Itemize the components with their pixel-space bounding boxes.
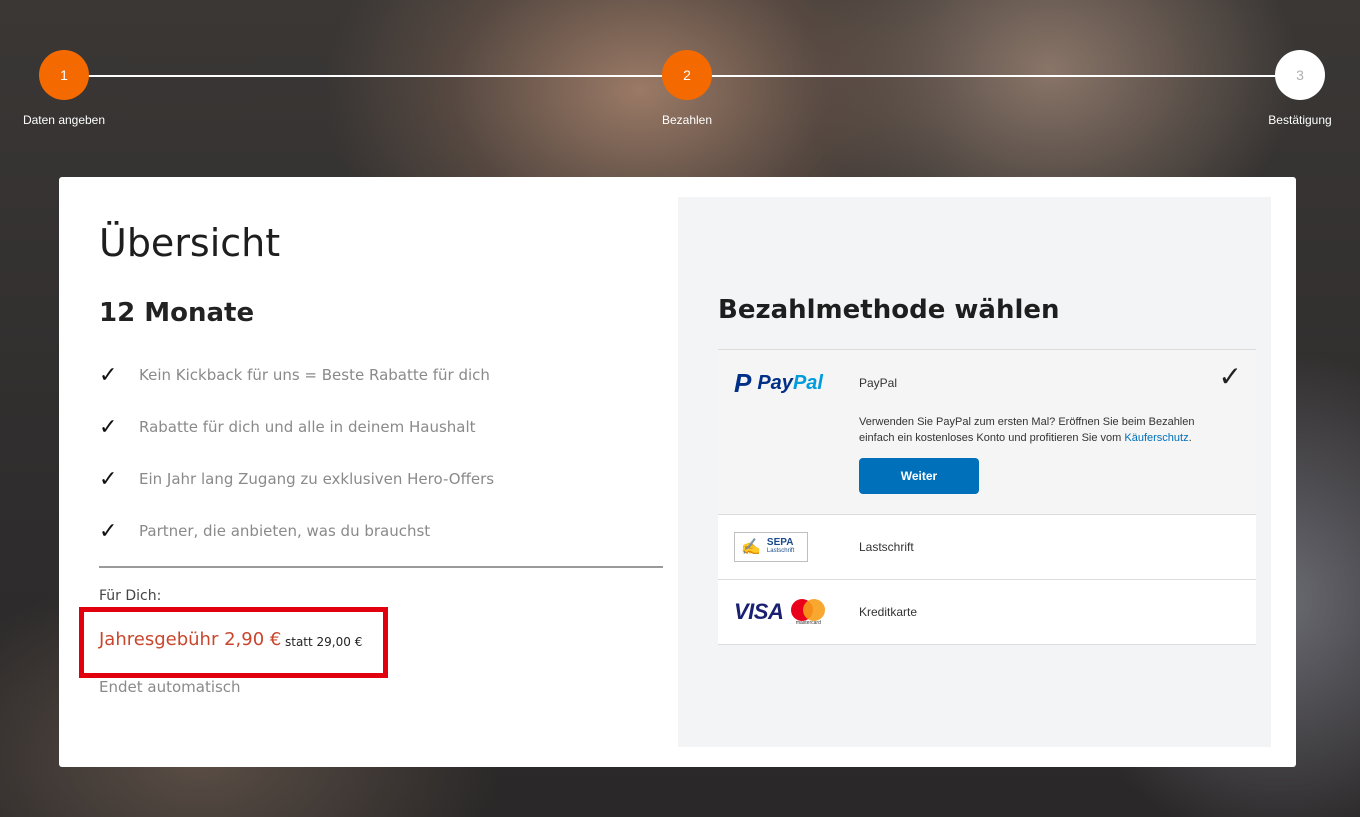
check-icon: ✓ (99, 466, 118, 492)
benefit-text: Kein Kickback für uns = Beste Rabatte fü… (139, 366, 490, 384)
sepa-logo-subtitle: Lastschrift (766, 548, 795, 554)
checkout-progress: 1 Daten angeben 2 Bezahlen 3 Bestätigung (0, 0, 1360, 140)
check-icon: ✓ (99, 414, 118, 440)
payment-option-paypal[interactable]: P Pay Pal PayPal ✓ Verwenden Sie PayPal … (718, 350, 1256, 515)
original-price: statt 29,00 € (285, 635, 363, 649)
sepa-label: Lastschrift (859, 540, 914, 554)
paypal-logo: P Pay Pal (734, 368, 823, 399)
list-item: ✓ Kein Kickback für uns = Beste Rabatte … (99, 349, 494, 401)
step-3-circle: 3 (1275, 50, 1325, 100)
creditcard-label: Kreditkarte (859, 605, 918, 619)
list-item: ✓ Ein Jahr lang Zugang zu exklusiven Her… (99, 453, 494, 505)
payment-option-sepa[interactable]: ✍ SEPA Lastschrift Lastschrift (718, 515, 1256, 580)
paypal-label: PayPal (859, 376, 898, 390)
page-title: Übersicht (99, 221, 281, 265)
list-item: ✓ Partner, die anbieten, was du brauchst (99, 505, 494, 557)
annual-fee: Jahresgebühr 2,90 € (99, 629, 282, 650)
sepa-logo: ✍ SEPA Lastschrift (734, 532, 808, 562)
divider (99, 566, 663, 568)
benefit-text: Partner, die anbieten, was du brauchst (139, 522, 431, 540)
sepa-logo-text: SEPA Lastschrift (767, 538, 794, 556)
payment-panel: Bezahlmethode wählen P Pay Pal PayPal ✓ … (678, 197, 1271, 747)
payment-method-list: P Pay Pal PayPal ✓ Verwenden Sie PayPal … (718, 349, 1256, 645)
step-1-circle: 1 (39, 50, 89, 100)
benefit-text: Rabatte für dich und alle in deinem Haus… (139, 418, 476, 436)
paypal-description: Verwenden Sie PayPal zum ersten Mal? Erö… (859, 414, 1219, 446)
mastercard-logo: mastercard (789, 597, 827, 627)
checkout-card: Übersicht 12 Monate ✓ Kein Kickback für … (59, 177, 1296, 767)
step-2-label: Bezahlen (661, 113, 713, 127)
list-item: ✓ Rabatte für dich und alle in deinem Ha… (99, 401, 494, 453)
mastercard-orange-circle (803, 599, 826, 621)
step-2-number: 2 (683, 67, 691, 83)
check-icon: ✓ (99, 362, 118, 388)
card-logos: VISA mastercard (734, 597, 827, 627)
paypal-continue-button[interactable]: Weiter (859, 458, 979, 494)
step-2-circle: 2 (662, 50, 712, 100)
step-1-label: Daten angeben (22, 113, 106, 127)
benefit-text: Ein Jahr lang Zugang zu exklusiven Hero-… (139, 470, 495, 488)
check-icon: ✓ (99, 518, 118, 544)
buyer-protection-link[interactable]: Käuferschutz (1124, 432, 1188, 444)
step-3-number: 3 (1296, 67, 1304, 83)
sepa-pen-icon: ✍ (741, 539, 761, 556)
step-1-number: 1 (60, 67, 68, 83)
step-3-label: Bestätigung (1268, 113, 1332, 127)
selected-check-icon: ✓ (1218, 360, 1242, 393)
benefit-list: ✓ Kein Kickback für uns = Beste Rabatte … (99, 349, 494, 557)
auto-end-note: Endet automatisch (99, 678, 241, 696)
visa-logo: VISA (734, 599, 784, 624)
mastercard-logo-text: mastercard (795, 620, 821, 626)
paypal-mark-icon: P (734, 368, 752, 398)
payment-option-creditcard[interactable]: VISA mastercard Kreditkarte (718, 580, 1256, 645)
payment-title: Bezahlmethode wählen (718, 295, 1060, 325)
paypal-logo-pal: Pal (792, 372, 823, 394)
sepa-logo-title: SEPA (766, 537, 794, 548)
plan-title: 12 Monate (99, 298, 255, 328)
for-you-label: Für Dich: (99, 588, 162, 604)
paypal-logo-pay: Pay (757, 372, 793, 394)
paypal-description-end: . (1188, 432, 1192, 444)
